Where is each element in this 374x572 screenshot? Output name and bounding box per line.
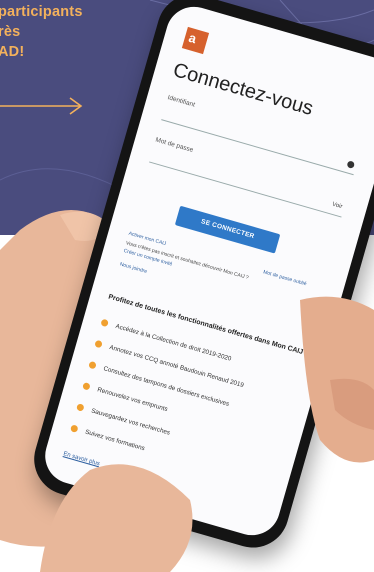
hand-right	[40, 296, 374, 572]
